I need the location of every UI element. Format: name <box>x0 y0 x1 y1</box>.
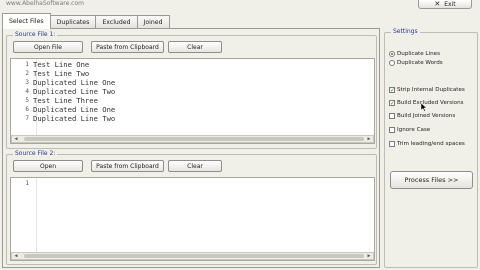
radio-selected-icon[interactable] <box>389 51 395 57</box>
editor-line: 4 Duplicated Line Two <box>25 87 116 96</box>
checkbox-icon[interactable] <box>389 127 395 133</box>
checkbox-build-joined-versions[interactable]: Build Joined Versions <box>389 112 455 120</box>
checkbox-ignore-case[interactable]: Ignore Case <box>389 126 430 134</box>
gutter-divider <box>36 178 37 260</box>
mouse-pointer-icon <box>421 103 427 112</box>
tab-strip: Select Files Duplicates Excluded Joined <box>2 13 170 29</box>
settings-group: Settings Duplicate Lines Duplicate Words… <box>384 28 478 268</box>
radio-icon[interactable] <box>389 60 395 66</box>
arrow-right-icon[interactable]: ▶ <box>365 136 373 142</box>
editor-line: 1 <box>25 180 29 187</box>
source-file-2-title: Source File 2: <box>13 150 58 158</box>
editor-line: 7 Duplicated Line Two <box>25 114 116 123</box>
clear-button-2[interactable]: Clear <box>168 160 222 172</box>
arrow-left-icon[interactable]: ◀ <box>12 136 20 142</box>
tab-select-files[interactable]: Select Files <box>2 13 51 29</box>
scroll-thumb-2[interactable] <box>24 254 364 258</box>
close-x-icon: ✕ <box>434 0 441 8</box>
paste-clipboard-button-2[interactable]: Paste from Clipboard <box>91 160 164 172</box>
checkbox-icon[interactable] <box>389 141 395 147</box>
editor-line: 1 Test Line One <box>25 60 90 69</box>
checkbox-trim-spaces[interactable]: Trim leading/end spaces <box>389 140 465 148</box>
process-files-button[interactable]: Process Files >> <box>390 171 473 189</box>
scroll-thumb-1[interactable] <box>24 137 364 141</box>
editor-line: 2 Test Line Two <box>25 69 90 78</box>
exit-button[interactable]: ✕ Exit <box>418 0 472 9</box>
source-file-2-editor[interactable]: 1 ◀ ▶ <box>10 177 375 261</box>
editor-line: 6 Duplicated Line One <box>25 105 116 114</box>
checkmark-icon[interactable]: ✓ <box>389 87 395 94</box>
paste-clipboard-button-1[interactable]: Paste from Clipboard <box>91 41 164 53</box>
tab-joined[interactable]: Joined <box>136 15 170 29</box>
radio-duplicate-words[interactable]: Duplicate Words <box>389 59 443 67</box>
source-file-1-group: Source File 1: Open File Paste from Clip… <box>6 31 377 149</box>
horizontal-scrollbar-2[interactable]: ◀ ▶ <box>11 252 374 260</box>
arrow-right-icon[interactable]: ▶ <box>365 253 373 259</box>
checkmark-icon[interactable]: ✓ <box>389 100 395 107</box>
brand-url: www.AbelhaSoftware.com <box>6 0 84 7</box>
checkbox-icon[interactable] <box>389 113 395 119</box>
settings-title: Settings <box>391 28 420 36</box>
exit-label: Exit <box>444 0 456 8</box>
clear-button-1[interactable]: Clear <box>168 41 222 53</box>
title-bar: www.AbelhaSoftware.com <box>0 0 480 12</box>
horizontal-scrollbar-1[interactable]: ◀ ▶ <box>11 135 374 143</box>
editor-line: 3 Duplicated Line One <box>25 78 116 87</box>
source-file-1-title: Source File 1: <box>13 31 58 39</box>
arrow-left-icon[interactable]: ◀ <box>12 253 20 259</box>
open-file-button[interactable]: Open File <box>13 41 83 53</box>
select-files-panel: Source File 1: Open File Paste from Clip… <box>2 28 380 268</box>
editor-line: 5 Test Line Three <box>25 96 98 105</box>
source-file-2-group: Source File 2: Open Paste from Clipboard… <box>6 150 377 265</box>
source-file-1-editor[interactable]: 1 Test Line One 2 Test Line Two 3 Duplicate… <box>10 58 375 144</box>
radio-duplicate-lines[interactable]: Duplicate Lines <box>389 50 440 58</box>
tab-duplicates[interactable]: Duplicates <box>49 15 97 29</box>
tab-excluded[interactable]: Excluded <box>95 15 138 29</box>
open-button-2[interactable]: Open <box>13 160 83 172</box>
checkbox-strip-internal-duplicates[interactable]: ✓ Strip Internal Duplicates <box>389 86 465 94</box>
